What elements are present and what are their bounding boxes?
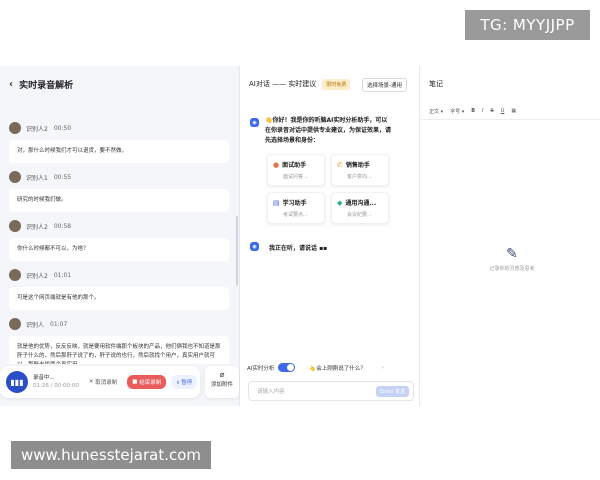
card-title: 面试助手 (282, 162, 307, 169)
end-recording-button[interactable]: ■ 结束录制 (127, 375, 167, 389)
general-assistant-card[interactable]: ◆ 通用沟通... 会议纪要... (331, 192, 389, 224)
transcript-item: 识别人2 00:50 对，那什么时候我们才可以退货，要不然做。 (9, 120, 238, 163)
cancel-recording-button[interactable]: ✕ 取消录制 (84, 375, 122, 389)
avatar (9, 318, 21, 330)
timestamp: 00:50 (53, 124, 72, 132)
transcript-item: 识别人2 01:01 可是这个网页端就是有他的那个。 (9, 267, 238, 310)
send-button[interactable]: Enter 发送 (375, 386, 409, 397)
app-window: ‹ 实时录音解析 识别人2 00:50 对，那什么时候我们才可以退货，要不然做。 … (0, 66, 600, 406)
pause-button[interactable]: ॥ 暂停 (171, 375, 198, 389)
speaker-name: 识别人2 (26, 272, 48, 280)
assistant-cards: ● 面试助手 面试问答... ✆ 销售助手 客户意向... ▤ 学习助手 考试要点..… (267, 154, 391, 224)
recording-time: 01:26 / 00:00:00 (33, 383, 79, 389)
avatar (9, 269, 21, 281)
speaker-name: 识别人 (26, 321, 45, 329)
transcript-bubble: 研究的时候我们做。 (9, 189, 229, 212)
card-desc: 考试要点... (283, 212, 308, 218)
notes-toolbar: 正文 ▾ 字号 ▾ B I S U ▦ (429, 108, 516, 115)
add-attachment-button[interactable]: ⌀ 添加附件 (205, 366, 239, 398)
transcript-bubble: 可是这个网页端就是有他的那个。 (9, 287, 229, 310)
watermark-top: TG: MYYJJPP (465, 10, 590, 40)
scrollbar[interactable] (236, 216, 238, 286)
card-desc: 面试问答... (283, 174, 308, 180)
transcript-item: 识别人1 00:55 研究的时候我们做。 (9, 169, 238, 212)
phone-icon: ✆ (337, 160, 343, 169)
interview-assistant-card[interactable]: ● 面试助手 面试问答... (267, 154, 325, 186)
underline-button[interactable]: U (501, 108, 505, 115)
recording-info: 录音中... 01:26 / 00:00:00 (33, 374, 79, 390)
transcript-list[interactable]: 识别人2 00:50 对，那什么时候我们才可以退货，要不然做。 识别人1 00:55… (0, 120, 238, 364)
insert-image-button[interactable]: ▦ (511, 108, 516, 115)
realtime-analysis-label: AI实时分析 (247, 365, 275, 372)
chat-input-placeholder: 请输入内容 (257, 389, 285, 395)
timestamp: 00:55 (53, 173, 72, 181)
transcript-title: 实时录音解析 (19, 80, 74, 91)
recording-status: 录音中... (33, 375, 55, 381)
speaker-name: 识别人2 (26, 223, 48, 231)
font-size-dropdown[interactable]: 字号 ▾ (450, 108, 464, 115)
pause-label: 暂停 (181, 380, 193, 386)
book-icon: ▤ (273, 198, 280, 207)
speaker-name: 识别人2 (26, 125, 48, 133)
person-icon: ● (273, 160, 280, 169)
recording-bar: ▮▮▮ 录音中... 01:26 / 00:00:00 ✕ 取消录制 ■ 结束录… (0, 366, 200, 398)
chevron-right-icon[interactable]: › (382, 365, 384, 371)
chat-input[interactable]: 请输入内容 Enter 发送 (248, 381, 414, 401)
transcript-bubble: 对，那什么时候我们才可以退货，要不然做。 (9, 140, 229, 163)
notes-empty-text: 记录你的灵感及思考 (489, 266, 535, 272)
suggested-question[interactable]: 👆会上刚刚说了什么？ (309, 364, 365, 372)
notes-panel: 笔记 正文 ▾ 字号 ▾ B I S U ▦ ✎ 记录你的灵感及思考 (420, 66, 600, 406)
timestamp: 01:07 (50, 320, 68, 328)
transcript-panel: ‹ 实时录音解析 识别人2 00:50 对，那什么时候我们才可以退货，要不然做。 … (0, 66, 240, 406)
ai-options-row: AI实时分析 👆会上刚刚说了什么？ › (247, 363, 413, 372)
transcript-header: ‹ 实时录音解析 (0, 66, 239, 102)
timestamp: 00:58 (53, 222, 72, 230)
edit-note-icon: ✎ (506, 246, 518, 262)
back-arrow-icon[interactable]: ‹ (9, 79, 13, 90)
ai-chat-panel: AI对话 —— 实时建议 限时免费 选择场景-通用 ◉ 👋你好！我是你的听脑AI… (240, 66, 420, 406)
waveform-icon: ▮▮▮ (6, 371, 28, 393)
end-recording-label: 结束录制 (139, 380, 162, 386)
notes-header: 笔记 (420, 66, 600, 102)
card-desc: 客户意向... (347, 174, 372, 180)
transcript-bubble: 你什么时候都不可以，为啥？ (9, 238, 229, 261)
greeting-message: 👋你好！我是你的听脑AI实时分析助手，可以在你录音对话中提供专业建议，为保证效果… (265, 117, 392, 144)
watermark-bottom: www.hunesstejarat.com (11, 441, 211, 469)
avatar (9, 171, 21, 183)
ai-chat-title: AI对话 —— 实时建议 (249, 80, 317, 88)
strikethrough-button[interactable]: S (491, 108, 494, 115)
notes-empty-state: ✎ 记录你的灵感及思考 (482, 246, 542, 272)
select-scene-button[interactable]: 选择场景-通用 (362, 78, 407, 92)
speaker-name: 识别人1 (26, 174, 48, 182)
bot-icon: ◉ (250, 118, 259, 127)
bold-button[interactable]: B (471, 108, 475, 115)
timestamp: 01:01 (53, 271, 72, 279)
card-title: 通用沟通... (345, 200, 377, 207)
realtime-analysis-toggle[interactable] (278, 363, 296, 372)
italic-button[interactable]: I (482, 108, 483, 115)
transcript-item: 识别人 01:07 就是他的优势，反反反映，就是要用软件端那个板块的产品，他们俩我… (9, 316, 238, 364)
paperclip-icon: ⌀ (219, 370, 225, 379)
divider (420, 119, 600, 120)
cancel-recording-label: 取消录制 (95, 380, 118, 386)
chat-bubble-icon: ◆ (337, 198, 343, 207)
avatar (9, 220, 21, 232)
free-badge: 限时免费 (322, 78, 351, 90)
notes-title: 笔记 (429, 80, 443, 88)
add-attachment-label: 添加附件 (210, 382, 233, 388)
bot-icon: ◉ (250, 242, 259, 251)
transcript-bubble: 就是他的优势，反反反映，就是要用软件端那个板块的产品，他们俩我也不知道是那肝子什… (9, 336, 229, 364)
card-desc: 会议纪要... (347, 212, 372, 218)
stop-icon: ■ (132, 379, 140, 385)
sales-assistant-card[interactable]: ✆ 销售助手 客户意向... (331, 154, 389, 186)
transcript-item: 识别人2 00:58 你什么时候都不可以，为啥？ (9, 218, 238, 261)
card-title: 销售助手 (345, 162, 370, 169)
card-title: 学习助手 (282, 200, 307, 207)
text-style-dropdown[interactable]: 正文 ▾ (429, 108, 443, 115)
listening-message: 我正在听，请说话 ▪▪ (269, 245, 328, 252)
study-assistant-card[interactable]: ▤ 学习助手 考试要点... (267, 192, 325, 224)
avatar (9, 122, 21, 134)
